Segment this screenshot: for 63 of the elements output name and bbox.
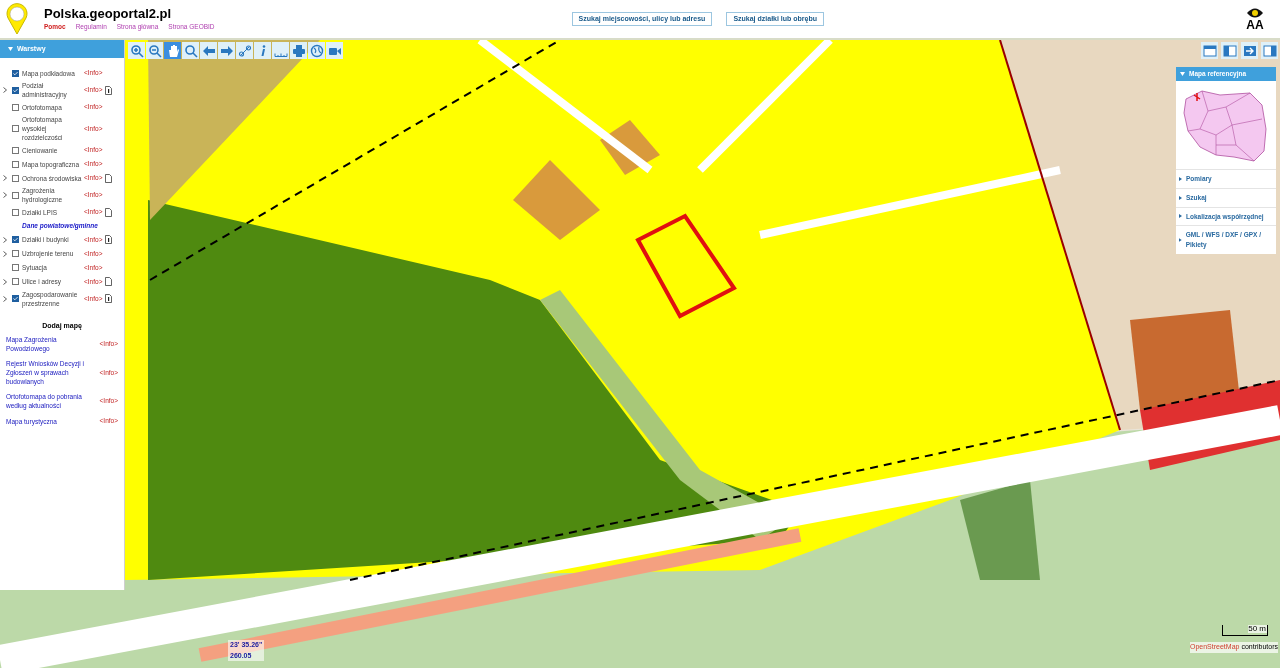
toolbar-button[interactable]	[308, 42, 325, 59]
layer-checkbox[interactable]	[12, 278, 19, 286]
toolbar-button[interactable]	[182, 42, 199, 59]
scale-label: 50 m	[1248, 625, 1267, 633]
chevron-icon[interactable]	[2, 278, 7, 285]
zoom-in-icon	[129, 43, 144, 58]
panel-button[interactable]	[1241, 42, 1258, 59]
panel-button[interactable]	[1221, 42, 1238, 59]
layer-checkbox[interactable]	[12, 69, 19, 77]
bullet-icon	[1179, 214, 1182, 219]
globe-icon	[309, 43, 324, 58]
toolbar-button[interactable]	[128, 42, 145, 59]
document-info-icon[interactable]	[104, 294, 112, 304]
toolbar-button[interactable]	[164, 42, 181, 59]
site-title: Polska.geoportal2.pl	[44, 6, 173, 23]
bullet-icon	[1179, 238, 1182, 242]
chevron-icon[interactable]	[2, 192, 7, 198]
chevron-icon[interactable]	[2, 295, 7, 302]
caret-icon	[8, 47, 13, 51]
caret-icon	[1180, 72, 1185, 76]
link-icon	[237, 43, 252, 58]
document-info-icon[interactable]	[104, 85, 112, 95]
layer-checkbox[interactable]	[12, 250, 19, 258]
magnifier-icon	[183, 43, 198, 58]
chevron-icon[interactable]	[2, 87, 7, 93]
layer-checkbox[interactable]	[12, 208, 19, 216]
panel-button[interactable]	[1201, 42, 1218, 59]
layer-checkbox[interactable]	[12, 146, 19, 154]
document-info-icon[interactable]	[104, 235, 112, 245]
layer-checkbox[interactable]	[12, 295, 19, 303]
toolbar-button[interactable]	[200, 42, 217, 59]
toolbar-button[interactable]	[326, 42, 343, 59]
document-icon[interactable]	[104, 173, 112, 183]
split-panel-icon	[1222, 43, 1237, 58]
panel-button[interactable]	[1261, 42, 1278, 59]
chevron-icon[interactable]	[2, 175, 7, 181]
toolbar-button[interactable]	[272, 42, 289, 59]
layer-checkbox[interactable]	[12, 264, 19, 272]
layer-checkbox[interactable]	[12, 103, 19, 111]
layer-checkbox[interactable]	[12, 160, 19, 168]
document-icon[interactable]	[104, 207, 112, 217]
chevron-icon[interactable]	[2, 250, 7, 257]
toolbar-button[interactable]	[146, 42, 163, 59]
arrow-right-icon	[219, 43, 234, 58]
side-panel-icon	[1262, 43, 1277, 58]
toolbar-button[interactable]	[236, 42, 253, 59]
bullet-icon	[1179, 195, 1182, 200]
layer-checkbox[interactable]	[12, 236, 19, 244]
zoom-out-icon	[147, 43, 162, 58]
layer-checkbox[interactable]	[12, 191, 19, 199]
bullet-icon	[1179, 176, 1182, 181]
font-size-button[interactable]: AA	[1246, 19, 1264, 31]
arrow-right-icon	[1242, 43, 1257, 58]
layer-checkbox[interactable]	[12, 86, 19, 94]
eye-icon[interactable]	[1246, 7, 1264, 19]
layer-checkbox[interactable]	[12, 174, 19, 182]
document-icon[interactable]	[104, 277, 112, 287]
ruler-icon	[273, 52, 288, 57]
toolbar-button[interactable]	[254, 42, 271, 59]
chevron-icon[interactable]	[2, 236, 7, 243]
window-layout-icon	[1202, 43, 1217, 58]
toolbar-button[interactable]	[218, 42, 235, 59]
layer-checkbox[interactable]	[12, 125, 19, 132]
